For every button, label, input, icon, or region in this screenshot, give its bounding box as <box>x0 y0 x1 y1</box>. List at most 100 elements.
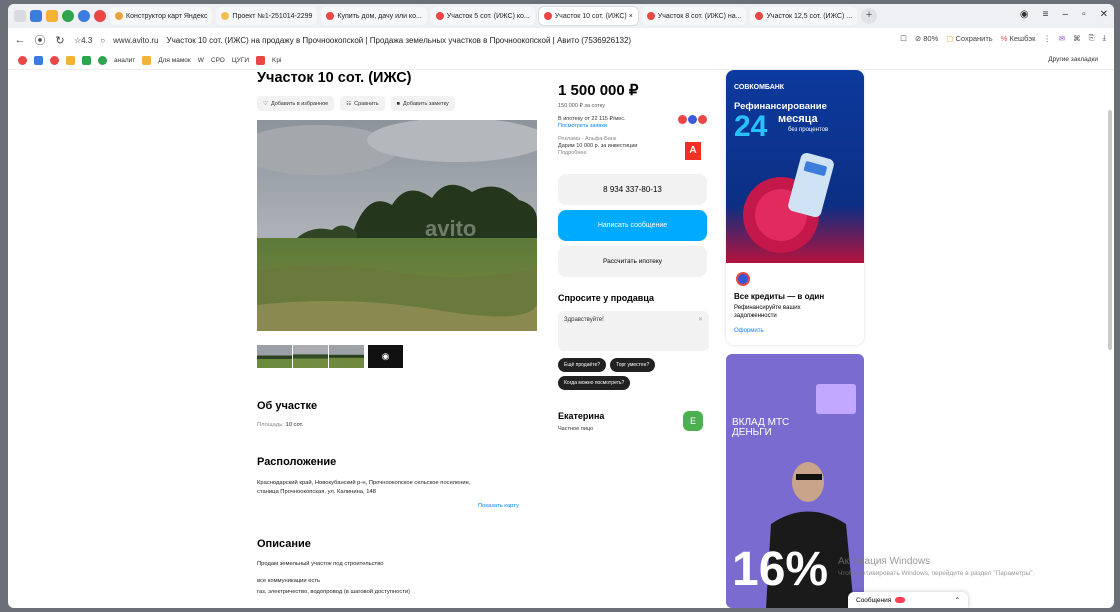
new-tab-button[interactable]: + <box>861 8 878 24</box>
bookmark-sro[interactable]: СРО <box>211 57 225 64</box>
alice-icon[interactable]: ◉ <box>1020 9 1029 20</box>
chevron-up-icon[interactable]: ⌃ <box>955 596 960 604</box>
quick-questions: Ещё продаёте? Торг уместен? Когда можно … <box>558 358 698 390</box>
write-message-button[interactable]: Написать сообщение <box>558 210 707 241</box>
ad-big-number: 24 <box>734 110 768 143</box>
ask-seller-heading: Спросите у продавца <box>558 293 654 303</box>
tab-3[interactable]: Участок 5 сот. (ИЖС) ко... <box>430 7 535 25</box>
description-heading: Описание <box>257 538 311 550</box>
ad-bank-name: СОВКОМБАНК <box>734 84 785 91</box>
avatar[interactable]: E <box>683 411 703 431</box>
bank-ad[interactable]: Реклама · Альфа-Банк Дарим 10 000 р. за … <box>558 136 668 157</box>
compare-icon: ☷ <box>346 100 352 107</box>
chip-when-view[interactable]: Когда можно посмотреть? <box>558 376 631 390</box>
bookmark-tsugi[interactable]: ЦУГИ <box>232 57 249 64</box>
favorite-button[interactable]: ♡ Добавить в избранное <box>257 96 335 111</box>
tab-6[interactable]: Участок 12,5 сот. (ИЖС) ... <box>750 7 858 25</box>
grid-icon[interactable] <box>30 10 42 22</box>
tab-5[interactable]: Участок 8 сот. (ИЖС) на... <box>641 7 747 25</box>
bookmark-green-icon[interactable] <box>82 56 91 65</box>
unread-badge <box>895 597 906 603</box>
page-title-text[interactable]: Участок 10 сот. (ИЖС) на продажу в Прочн… <box>167 36 632 45</box>
land-photo: avito <box>257 120 537 331</box>
bookmark-blue-icon[interactable] <box>34 56 43 65</box>
download-icon[interactable]: ⤓ <box>1103 33 1106 43</box>
ad-apply-link[interactable]: Оформить <box>734 328 764 334</box>
compare-label: Сравнить <box>354 100 379 107</box>
menu-icon[interactable] <box>14 10 26 22</box>
mail-icon[interactable]: ✉ <box>1059 34 1065 43</box>
thumbnail-1[interactable] <box>257 345 292 368</box>
ask-seller-input[interactable]: Здравствуйте! ✕ <box>558 311 709 351</box>
bookmark-yandex-icon[interactable] <box>50 56 59 65</box>
compare-button[interactable]: ☷ Сравнить <box>340 96 385 111</box>
bookmark-w[interactable]: W <box>198 57 204 64</box>
zoom[interactable]: ⊘ 80% <box>915 34 938 43</box>
red-icon[interactable] <box>94 10 106 22</box>
bookmark-red2-icon[interactable] <box>256 56 266 65</box>
browser-window: Конструктор карт Яндекс Проект №1-251014… <box>8 4 1114 608</box>
scrollbar[interactable] <box>1108 110 1112 350</box>
bookmark-mamok[interactable]: Для мамок <box>158 57 191 64</box>
phone-button[interactable]: 8 934 337-80-13 <box>558 174 707 205</box>
area-row: Площадь: 10 сот. <box>257 421 303 430</box>
favicon-icon <box>221 12 230 20</box>
bookmark-red-icon[interactable] <box>18 56 27 65</box>
window-controls: ◉ ≡ – ▫ ✕ <box>1020 9 1108 20</box>
close-icon[interactable]: ✕ <box>1100 9 1108 20</box>
bookmark-kpi[interactable]: Kpi <box>272 57 281 64</box>
rating-badge[interactable]: ☆4.3 <box>74 36 92 45</box>
save-button[interactable]: ▢ Сохранить <box>946 34 992 43</box>
main-photo[interactable]: avito <box>257 120 537 331</box>
bookmark-yellow-icon[interactable] <box>66 56 75 65</box>
bookmark-icon[interactable]: ☐ <box>900 34 907 43</box>
thumbnail-3[interactable] <box>329 345 364 368</box>
green-icon[interactable] <box>62 10 74 22</box>
thumbnail-2[interactable] <box>293 345 328 368</box>
windows-activation-text: Чтобы активировать Windows, перейдите в … <box>838 570 1035 577</box>
listing-title: Участок 10 сот. (ИЖС) <box>257 70 412 86</box>
shield-icon[interactable]: ⦿ <box>34 32 46 48</box>
messages-bar[interactable]: Сообщения ⌃ <box>848 592 968 608</box>
back-icon[interactable]: ← <box>14 34 26 46</box>
more-photos-button[interactable]: ◉ <box>368 345 403 368</box>
bookmark-analytics[interactable]: аналит <box>114 57 135 64</box>
calc-mortgage-button[interactable]: Рассчитать ипотеку <box>558 246 707 277</box>
tab-0[interactable]: Конструктор карт Яндекс <box>110 7 213 25</box>
note-button[interactable]: ■ Добавить заметку <box>390 96 455 111</box>
other-bookmarks[interactable]: Другие закладки <box>1048 56 1098 63</box>
write-message-label: Написать сообщение <box>597 222 668 229</box>
restore-icon[interactable]: ▫ <box>1082 9 1086 20</box>
mortgage-link[interactable]: Посмотреть заявки <box>558 123 668 130</box>
tab-4-active[interactable]: Участок 10 сот. (ИЖС) × <box>538 7 638 25</box>
bank-ad-more[interactable]: Подробнее <box>558 150 668 157</box>
tab-1[interactable]: Проект №1-251014-2299 <box>216 7 318 25</box>
ad-all-credits: Все кредиты — в один <box>734 292 825 301</box>
bookmark-check-icon[interactable] <box>98 56 107 65</box>
bank-ad-label: Реклама · Альфа-Банк <box>558 136 617 142</box>
address-bar: ← ⦿ ↻ ☆4.3 ○ www.avito.ru Участок 10 сот… <box>8 28 1114 52</box>
bank-logo-icon <box>688 115 697 124</box>
collections-icon[interactable]: ⎘ <box>1089 33 1095 43</box>
blue-icon[interactable] <box>78 10 90 22</box>
save-icon: ▢ <box>946 33 954 43</box>
sovcombank-ad[interactable]: СОВКОМБАНК Рефинансирование 24 месяца бе… <box>726 70 864 345</box>
calc-mortgage-label: Рассчитать ипотеку <box>602 258 663 265</box>
thumbnail-strip: ◉ <box>257 345 403 368</box>
yandex-icon[interactable] <box>46 10 58 22</box>
clear-icon[interactable]: ✕ <box>698 316 703 323</box>
more-icon[interactable]: ⋮ <box>1043 34 1051 43</box>
chip-still-selling[interactable]: Ещё продаёте? <box>558 358 607 372</box>
photo-watermark: avito <box>425 216 476 241</box>
url-text[interactable]: www.avito.ru <box>113 36 158 45</box>
tab-2[interactable]: Купить дом, дачу или ко... <box>321 7 427 25</box>
minimize-icon[interactable]: – <box>1063 9 1069 20</box>
reload-icon[interactable]: ↻ <box>54 34 66 47</box>
show-map-link[interactable]: Показать карту <box>478 502 519 511</box>
chip-bargain[interactable]: Торг уместен? <box>610 358 656 372</box>
seller-name[interactable]: Екатерина <box>558 411 604 421</box>
page-content: Участок 10 сот. (ИЖС) ♡ Добавить в избран… <box>8 70 1114 608</box>
cashback-button[interactable]: % Кешбэк <box>1001 34 1036 43</box>
hamburger-icon[interactable]: ≡ <box>1043 9 1049 20</box>
extensions-icon[interactable]: ⌘ <box>1073 34 1081 43</box>
